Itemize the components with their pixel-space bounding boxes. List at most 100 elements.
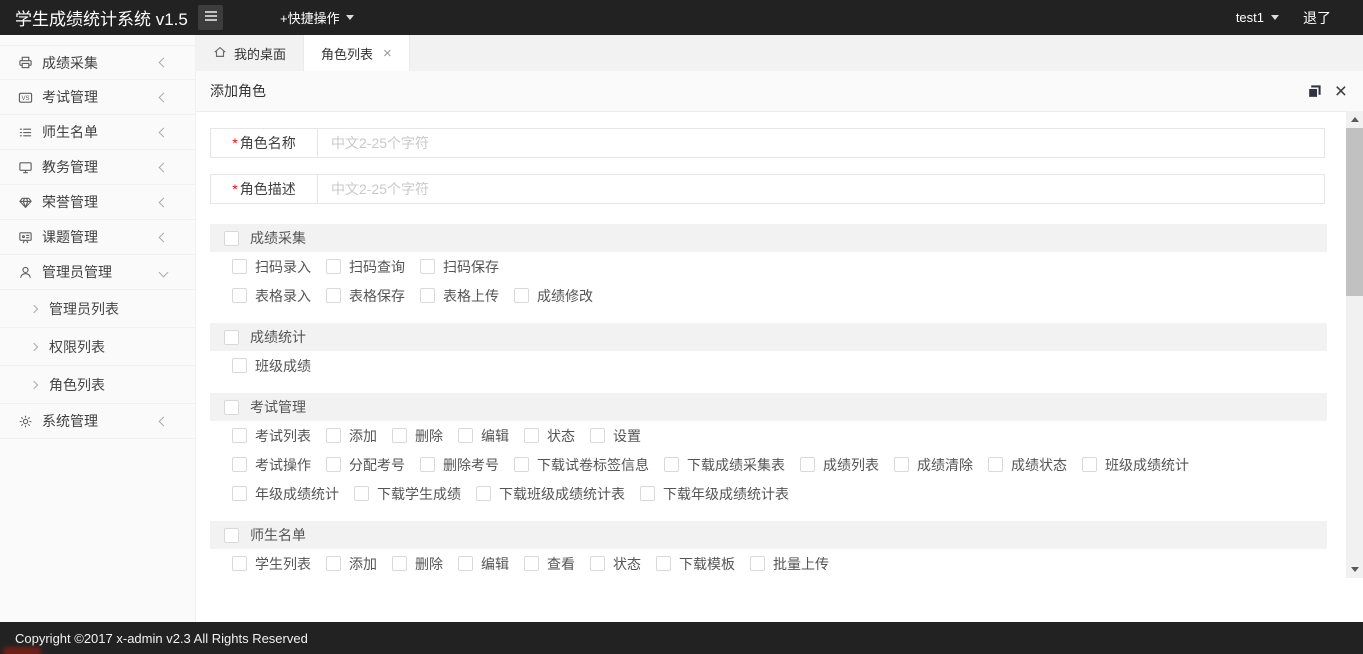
perm-row: 年级成绩统计 下载学生成绩 下载班级成绩统计表 下载年级成绩统计表 — [210, 479, 1327, 508]
logout-button[interactable]: 退了 — [1303, 8, 1331, 28]
perm-item: 学生列表 — [232, 554, 311, 574]
perm-checkbox[interactable] — [232, 259, 247, 274]
perm-item: 删除 — [392, 426, 443, 446]
sidebar-item-grade-collection[interactable]: 成绩采集 — [0, 45, 195, 80]
perm-item: 考试列表 — [232, 426, 311, 446]
perm-checkbox[interactable] — [590, 428, 605, 443]
perm-checkbox[interactable] — [750, 556, 765, 571]
perm-checkbox[interactable] — [664, 457, 679, 472]
sidebar-item-admin-management[interactable]: 管理员管理 — [0, 255, 195, 290]
perm-checkbox[interactable] — [640, 486, 655, 501]
perm-checkbox[interactable] — [232, 486, 247, 501]
perm-checkbox[interactable] — [458, 428, 473, 443]
perm-checkbox[interactable] — [420, 457, 435, 472]
panel-close-icon[interactable]: × — [1335, 81, 1347, 102]
perm-checkbox[interactable] — [232, 358, 247, 373]
sidebar-item-label: 考试管理 — [42, 89, 98, 105]
perm-item: 成绩清除 — [894, 455, 973, 475]
perm-checkbox[interactable] — [420, 259, 435, 274]
role-name-input[interactable] — [318, 129, 1324, 157]
perm-checkbox[interactable] — [326, 288, 341, 303]
perm-checkbox[interactable] — [326, 556, 341, 571]
sidebar-item-exam-management[interactable]: VS 考试管理 — [0, 80, 195, 115]
group-checkbox[interactable] — [224, 230, 239, 246]
perm-label: 扫码录入 — [255, 258, 311, 275]
perm-checkbox[interactable] — [232, 428, 247, 443]
perm-label: 学生列表 — [255, 555, 311, 572]
perm-item: 下载试卷标签信息 — [514, 455, 649, 475]
perm-label: 添加 — [349, 555, 377, 572]
sidebar-item-project-management[interactable]: 课题管理 — [0, 220, 195, 255]
presentation-board-icon — [17, 229, 33, 245]
perm-checkbox[interactable] — [232, 457, 247, 472]
sidebar-subitem-label: 管理员列表 — [49, 300, 119, 317]
perm-item: 下载成绩采集表 — [664, 455, 785, 475]
perm-item: 下载学生成绩 — [354, 484, 461, 504]
scroll-up-button[interactable] — [1346, 111, 1363, 128]
user-icon — [17, 264, 33, 280]
perm-label: 状态 — [547, 427, 575, 444]
perm-checkbox[interactable] — [988, 457, 1003, 472]
group-checkbox[interactable] — [224, 399, 239, 415]
perm-group-header-teacher-student-list: 师生名单 — [210, 521, 1327, 549]
perm-item: 编辑 — [458, 554, 509, 574]
sidebar-item-teacher-student-list[interactable]: 师生名单 — [0, 115, 195, 150]
permission-groups: 成绩采集 扫码录入 扫码查询 扫码保存 表格录入 表格保存 表格上传 成绩修改 成绩统计 班级成绩… — [210, 224, 1363, 578]
perm-label: 查看 — [547, 555, 575, 572]
group-label: 考试管理 — [250, 399, 306, 415]
perm-group-grade-collection: 成绩采集 扫码录入 扫码查询 扫码保存 表格录入 表格保存 表格上传 成绩修改 — [210, 224, 1327, 310]
perm-item: 表格上传 — [420, 286, 499, 306]
chevron-right-icon — [29, 342, 39, 351]
perm-checkbox[interactable] — [326, 259, 341, 274]
perm-checkbox[interactable] — [420, 288, 435, 303]
footer: Copyright ©2017 x-admin v2.3 All Rights … — [0, 622, 1363, 654]
perm-checkbox[interactable] — [476, 486, 491, 501]
scroll-down-button[interactable] — [1346, 561, 1363, 578]
sidebar-item-academic-affairs[interactable]: 教务管理 — [0, 150, 195, 185]
group-label: 师生名单 — [250, 527, 306, 543]
perm-checkbox[interactable] — [514, 457, 529, 472]
quick-actions-dropdown[interactable]: +快捷操作 — [280, 8, 354, 27]
perm-checkbox[interactable] — [392, 556, 407, 571]
scrollbar-thumb[interactable] — [1346, 128, 1363, 296]
perm-checkbox[interactable] — [514, 288, 529, 303]
panel-title: 添加角色 — [210, 83, 266, 99]
perm-checkbox[interactable] — [392, 428, 407, 443]
chevron-left-icon — [158, 416, 169, 426]
sidebar-subitem-admin-list[interactable]: 管理员列表 — [0, 290, 195, 328]
chevron-down-icon — [158, 267, 169, 277]
sidebar-toggle-button[interactable] — [198, 5, 223, 30]
sidebar-subitem-role-list[interactable]: 角色列表 — [0, 366, 195, 404]
perm-checkbox[interactable] — [656, 556, 671, 571]
list-icon — [17, 124, 33, 140]
perm-checkbox[interactable] — [800, 457, 815, 472]
restore-window-icon[interactable] — [1307, 84, 1322, 99]
perm-checkbox[interactable] — [232, 556, 247, 571]
perm-checkbox[interactable] — [326, 457, 341, 472]
role-desc-input[interactable] — [318, 175, 1324, 203]
perm-label: 考试列表 — [255, 427, 311, 444]
diamond-icon — [17, 194, 33, 210]
perm-checkbox[interactable] — [894, 457, 909, 472]
perm-checkbox[interactable] — [458, 556, 473, 571]
perm-checkbox[interactable] — [524, 556, 539, 571]
tab-close-icon[interactable]: × — [383, 46, 392, 61]
sidebar-subitem-permission-list[interactable]: 权限列表 — [0, 328, 195, 366]
perm-label: 删除考号 — [443, 456, 499, 473]
svg-text:VS: VS — [21, 94, 29, 101]
perm-checkbox[interactable] — [232, 288, 247, 303]
group-checkbox[interactable] — [224, 329, 239, 345]
perm-group-header-exam-management: 考试管理 — [210, 393, 1327, 421]
perm-label: 表格保存 — [349, 287, 405, 304]
perm-checkbox[interactable] — [354, 486, 369, 501]
perm-checkbox[interactable] — [590, 556, 605, 571]
perm-checkbox[interactable] — [1082, 457, 1097, 472]
perm-checkbox[interactable] — [326, 428, 341, 443]
perm-checkbox[interactable] — [524, 428, 539, 443]
sidebar-item-honor-management[interactable]: 荣誉管理 — [0, 185, 195, 220]
tab-role-list[interactable]: 角色列表 × — [304, 35, 410, 71]
user-dropdown[interactable]: test1 — [1236, 10, 1279, 25]
sidebar-item-system-management[interactable]: 系统管理 — [0, 404, 195, 439]
tab-my-desktop[interactable]: 我的桌面 — [196, 35, 305, 71]
group-checkbox[interactable] — [224, 527, 239, 543]
